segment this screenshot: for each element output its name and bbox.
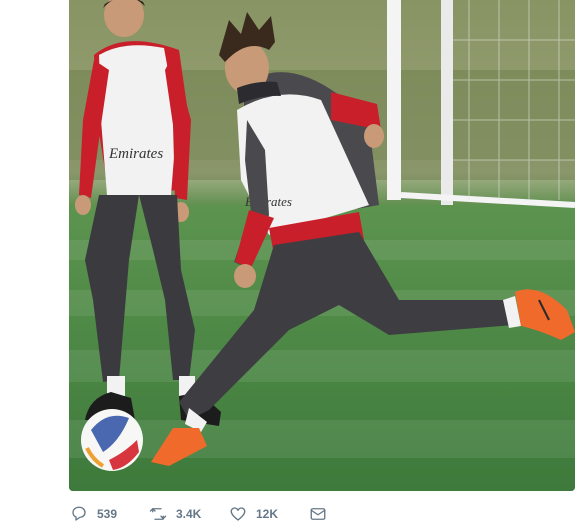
svg-text:Emirates: Emirates	[108, 146, 163, 162]
tweet-action-bar: 539 3.4K 12K	[69, 502, 369, 526]
reply-button[interactable]: 539	[70, 502, 117, 526]
retweet-icon	[149, 508, 167, 520]
like-count: 12K	[256, 507, 279, 521]
direct-message-button[interactable]	[309, 502, 327, 526]
heart-icon	[230, 507, 246, 521]
like-button[interactable]: 12K	[229, 502, 278, 526]
tweet-photo[interactable]: Emirates Emirates	[69, 0, 575, 491]
reply-count: 539	[97, 507, 118, 521]
retweet-count: 3.4K	[176, 507, 202, 521]
football	[81, 409, 143, 471]
retweet-button[interactable]: 3.4K	[149, 502, 201, 526]
training-photo-illustration: Emirates Emirates	[69, 0, 575, 491]
mail-icon	[310, 508, 326, 520]
reply-icon	[72, 506, 86, 521]
